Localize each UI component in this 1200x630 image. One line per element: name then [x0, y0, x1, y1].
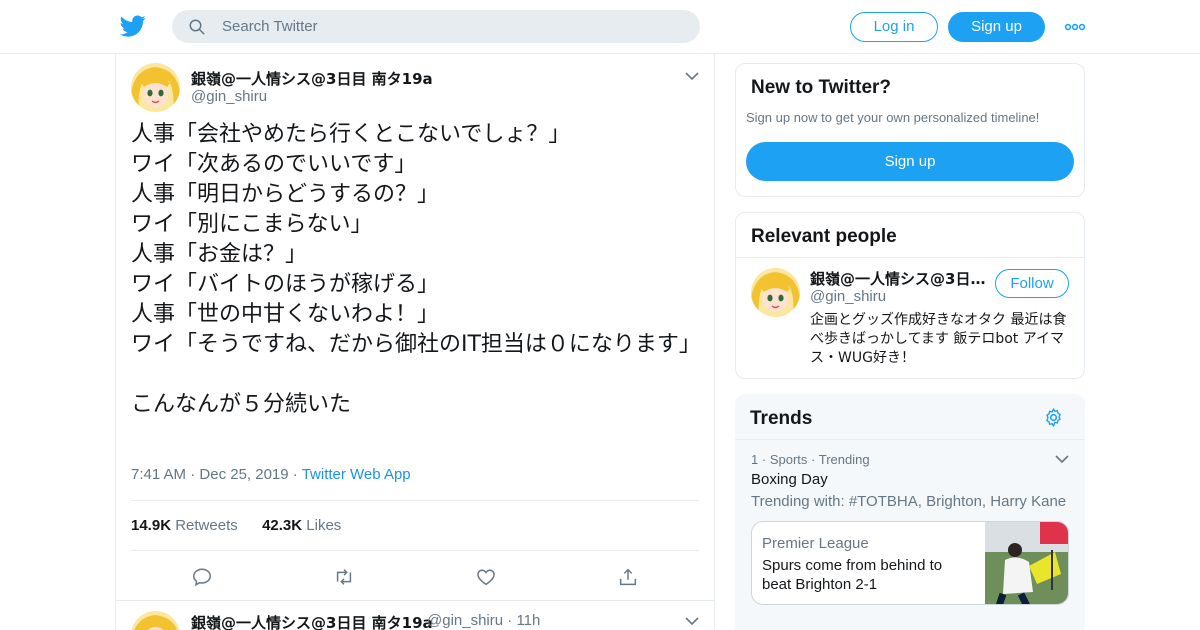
tweet-source-app[interactable]: Twitter Web App — [302, 466, 411, 483]
tweet-actions — [116, 562, 716, 590]
news-thumbnail — [985, 522, 1068, 604]
divider — [131, 550, 699, 551]
trends-title: Trends — [750, 408, 813, 429]
tweet-line: 人事「会社やめたら行くとこないでしょ？」 — [131, 122, 571, 147]
tweet-timestamp: 7:41 AM · Dec 25, 2019 · Twitter Web App — [131, 466, 411, 483]
retweets-label: Retweets — [175, 517, 238, 534]
retweets-stat[interactable]: 14.9K Retweets — [131, 517, 238, 534]
divider — [736, 257, 1084, 258]
new-to-twitter-subtitle: Sign up now to get your own personalized… — [746, 110, 1040, 125]
tweet-stats: 14.9K Retweets 42.3K Likes — [131, 517, 341, 534]
tweet-date[interactable]: Dec 25, 2019 — [199, 466, 288, 483]
relevant-person-handle[interactable]: @gin_shiru — [810, 288, 886, 305]
divider — [735, 439, 1085, 440]
avatar[interactable] — [131, 611, 180, 630]
retweets-count: 14.9K — [131, 517, 172, 534]
trend-status: Trending — [818, 452, 870, 467]
like-icon[interactable] — [475, 566, 497, 588]
tweet-line: 人事「明日からどうするの？」 — [131, 182, 440, 207]
reply-icon[interactable] — [191, 566, 213, 588]
likes-label: Likes — [306, 517, 342, 534]
relevant-person-name[interactable]: 銀嶺@一人情シス@3日目 南タ19a — [810, 268, 990, 289]
gear-icon[interactable] — [1043, 407, 1064, 428]
meta-separator: · — [811, 452, 819, 467]
trend-related: Trending with: #TOTBHA, Brighton, Harry … — [751, 493, 1067, 510]
reply-author-handle[interactable]: @gin_shiru — [427, 612, 503, 629]
reply-author-meta: @gin_shiru · 11h — [427, 612, 540, 629]
meta-separator: · — [292, 466, 302, 483]
search-icon — [189, 19, 205, 35]
tweet-text: 人事「会社やめたら行くとこないでしょ？」 ワイ「次あるのでいいです」 人事「明日… — [131, 120, 701, 420]
login-button[interactable]: Log in — [850, 12, 938, 42]
tweet-author-name[interactable]: 銀嶺@一人情シス@3日目 南タ19a — [191, 68, 433, 89]
meta-separator: · — [761, 452, 770, 467]
divider — [131, 500, 699, 501]
relevant-people-title: Relevant people — [751, 226, 897, 247]
tweet-time[interactable]: 7:41 AM — [131, 466, 186, 483]
tweet-line: ワイ「次あるのでいいです」 — [131, 152, 417, 177]
tweet-author-handle[interactable]: @gin_shiru — [191, 88, 267, 105]
search-input[interactable] — [222, 10, 682, 43]
twitter-bird-icon[interactable] — [120, 13, 146, 39]
avatar[interactable] — [751, 268, 800, 317]
chevron-down-icon[interactable] — [1055, 454, 1069, 464]
tweet-line: 人事「お金は？」 — [131, 242, 308, 267]
trend-meta: 1 · Sports · Trending — [751, 452, 870, 467]
tweet-line — [131, 360, 701, 390]
share-icon[interactable] — [617, 566, 639, 588]
news-card[interactable]: Premier League Spurs come from behind to… — [751, 521, 1069, 605]
tweet-line: ワイ「そうですね、だから御社のIT担当は０になります」 — [131, 332, 701, 357]
likes-count: 42.3K — [262, 517, 303, 534]
trend-category: Sports — [769, 452, 808, 467]
tweet-line: こんなんが５分続いた — [131, 392, 352, 417]
chevron-down-icon[interactable] — [685, 616, 699, 626]
reply-author-name[interactable]: 銀嶺@一人情シス@3日目 南タ19a — [191, 612, 433, 630]
retweet-icon[interactable] — [333, 566, 355, 588]
more-icon[interactable] — [1064, 17, 1086, 37]
trend-name[interactable]: Boxing Day — [751, 471, 828, 488]
new-to-twitter-card: New to Twitter? Sign up now to get your … — [735, 63, 1085, 197]
news-headline: Spurs come from behind to beat Brighton … — [762, 557, 943, 593]
tweet-line: ワイ「別にこまらない」 — [131, 212, 373, 237]
tweet-line: 人事「世の中甘くないわよ！」 — [131, 302, 440, 327]
search-box[interactable] — [172, 10, 700, 43]
avatar[interactable] — [131, 63, 180, 112]
likes-stat[interactable]: 42.3K Likes — [262, 517, 341, 534]
relevant-people-card: Relevant people 銀嶺@一人情シス@3日目 南タ19a @gin_… — [735, 212, 1085, 379]
new-to-twitter-title: New to Twitter? — [751, 77, 892, 98]
top-bar: Log in Sign up — [0, 0, 1200, 54]
trend-rank: 1 — [751, 452, 759, 467]
divider — [116, 600, 714, 601]
signup-button[interactable]: Sign up — [948, 12, 1045, 42]
tweet-line: ワイ「バイトのほうが稼げる」 — [131, 272, 440, 297]
sidebar-signup-button[interactable]: Sign up — [746, 142, 1074, 181]
tweet-column: 銀嶺@一人情シス@3日目 南タ19a @gin_shiru 人事「会社やめたら行… — [115, 54, 715, 630]
chevron-down-icon[interactable] — [685, 71, 699, 81]
trends-card: Trends 1 · Sports · Trending Boxing Day … — [735, 394, 1085, 630]
reply-age[interactable]: 11h — [516, 612, 540, 629]
news-source: Premier League — [762, 535, 869, 552]
relevant-person-bio: 企画とグッズ作成好きなオタク 最近は食べ歩きばっかしてます 飯テロbot アイマ… — [810, 312, 1067, 366]
meta-separator: · — [190, 466, 200, 483]
follow-button[interactable]: Follow — [995, 269, 1069, 298]
